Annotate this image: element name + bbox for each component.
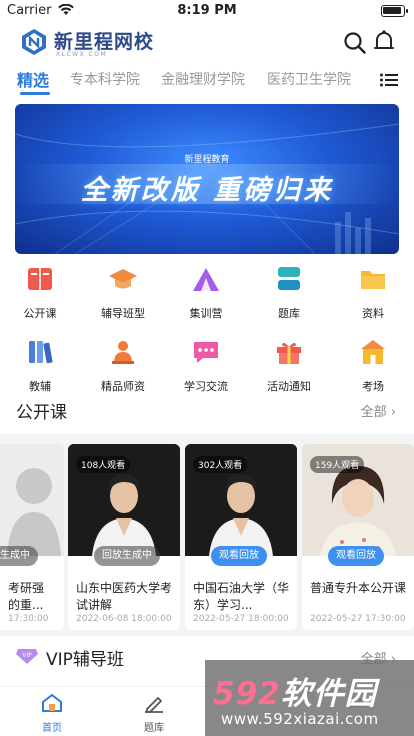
watermark-overlay: 592软件园 www.592xiazai.com — [205, 660, 414, 736]
vip-icon: VIP — [16, 649, 38, 664]
watch-replay-button[interactable]: 观看回放 — [211, 546, 267, 566]
course-date: 2022-06-08 18:00:00 — [76, 614, 172, 624]
course-status-badge[interactable]: 回放生成中 — [94, 546, 160, 566]
battery-icon — [381, 5, 408, 17]
course-views: 159人观看 — [310, 456, 365, 473]
grid-label: 集训营 — [189, 307, 223, 320]
logo-subtext: XLCWX.COM — [56, 51, 108, 58]
grid-item-materials[interactable]: 资料 — [333, 264, 413, 321]
tab-label: 首页 — [42, 723, 62, 734]
clock: 8:19 PM — [177, 3, 237, 18]
grid-label: 资料 — [362, 307, 384, 320]
instructor-silhouette — [7, 468, 61, 556]
banner-title: 全新改版 重磅归来 — [80, 175, 334, 206]
grid-label: 教辅 — [29, 380, 51, 393]
grid-label: 题库 — [278, 307, 300, 320]
course-card[interactable]: 生成中 考研强 的重... 17:30:00 — [0, 444, 64, 630]
grid-label: 辅导班型 — [101, 307, 145, 320]
grid-item-question-bank[interactable]: 题库 — [249, 264, 329, 321]
category-tabs: 精选 专本科学院 金融理财学院 医药卫生学院 — [0, 66, 414, 98]
course-title: 山东中医药大学考试讲解 — [76, 581, 173, 612]
menu-icon[interactable] — [380, 73, 398, 87]
grid-item-teachers[interactable]: 精品师资 — [83, 337, 163, 394]
teacher-icon — [112, 341, 134, 364]
grid-item-training-camp[interactable]: 集训营 — [166, 264, 246, 321]
grid-item-study-exchange[interactable]: 学习交流 — [166, 337, 246, 394]
tab-featured[interactable]: 精选 — [17, 67, 49, 91]
chevron-right-icon: › — [390, 405, 396, 420]
folder-icon — [361, 271, 385, 289]
promo-banner[interactable]: 新里程教育 全新改版 重磅归来 — [15, 104, 399, 254]
bell-icon[interactable] — [373, 29, 395, 55]
exam-hall-icon — [361, 340, 385, 364]
course-carousel[interactable]: 生成中 考研强 的重... 17:30:00 108人观看 回放生成中 山东中医… — [0, 434, 414, 636]
section-title: 公开课 — [16, 403, 67, 423]
grid-label: 考场 — [362, 380, 384, 393]
course-thumbnail — [0, 444, 64, 556]
grad-cap-icon — [109, 269, 137, 289]
grid-label: 学习交流 — [184, 380, 228, 393]
open-class-more-link[interactable]: 全部 › — [361, 401, 396, 420]
watch-replay-button[interactable]: 观看回放 — [328, 546, 384, 566]
search-icon[interactable] — [343, 31, 367, 55]
grid-item-exam-hall[interactable]: 考场 — [333, 337, 413, 394]
watermark-url: www.592xiazai.com — [221, 710, 379, 728]
app-header: 新里程网校 XLCWX.COM — [0, 25, 414, 63]
home-icon — [42, 694, 62, 712]
grid-item-notices[interactable]: 活动通知 — [249, 337, 329, 394]
grid-item-study-aids[interactable]: 教辅 — [0, 337, 80, 394]
course-card[interactable]: 159人观看 观看回放 普通专升本公开课 2022-05-27 17:30:00 — [302, 444, 414, 630]
tab-finance-college[interactable]: 金融理财学院 — [161, 69, 245, 89]
pencil-icon — [145, 697, 163, 713]
banner-brand: 新里程教育 — [184, 155, 230, 165]
tab-label: 题库 — [144, 723, 164, 734]
course-date: 2022-05-27 17:30:00 — [310, 614, 406, 624]
tab-medical-college[interactable]: 医药卫生学院 — [267, 69, 351, 89]
logo-text: 新里程网校 — [54, 31, 155, 53]
course-card[interactable]: 108人观看 回放生成中 山东中医药大学考试讲解 2022-06-08 18:0… — [68, 444, 180, 630]
course-date: 2022-05-27 18:00:00 — [193, 614, 289, 624]
course-views: 302人观看 — [193, 456, 248, 473]
books-icon — [29, 341, 53, 364]
open-class-header: 公开课 全部 › — [0, 398, 414, 423]
grid-label: 精品师资 — [101, 380, 145, 393]
grid-item-open-class[interactable]: 公开课 — [0, 264, 80, 321]
tab-question-bank[interactable]: 题库 — [114, 693, 194, 734]
chat-icon — [194, 342, 218, 363]
grid-label: 活动通知 — [267, 380, 311, 393]
question-bank-icon — [278, 267, 300, 290]
tab-indicator — [20, 92, 50, 95]
status-bar: Carrier 8:19 PM — [0, 0, 414, 22]
course-title: 考研强 的重... — [8, 581, 45, 612]
logo-icon — [22, 29, 46, 55]
course-status-badge[interactable]: 生成中 — [0, 546, 38, 566]
course-views: 108人观看 — [76, 456, 131, 473]
open-class-icon — [28, 268, 52, 290]
more-label: 全部 — [360, 405, 387, 420]
course-title: 普通专升本公开课 — [310, 581, 407, 595]
tab-undergrad-college[interactable]: 专本科学院 — [70, 69, 140, 89]
grid-item-tutoring-class[interactable]: 辅导班型 — [83, 264, 163, 321]
section-title: VIP辅导班 — [46, 650, 124, 670]
watermark-title: 592软件园 — [213, 676, 377, 712]
course-title: 中国石油大学（华东）学习... — [193, 581, 290, 612]
course-card[interactable]: 302人观看 观看回放 中国石油大学（华东）学习... 2022-05-27 1… — [185, 444, 297, 630]
gift-icon — [277, 342, 301, 364]
svg-text:VIP: VIP — [22, 652, 32, 659]
grid-label: 公开课 — [23, 307, 57, 320]
tent-icon — [193, 268, 219, 291]
course-date: 17:30:00 — [8, 614, 49, 624]
tab-home[interactable]: 首页 — [12, 693, 92, 734]
